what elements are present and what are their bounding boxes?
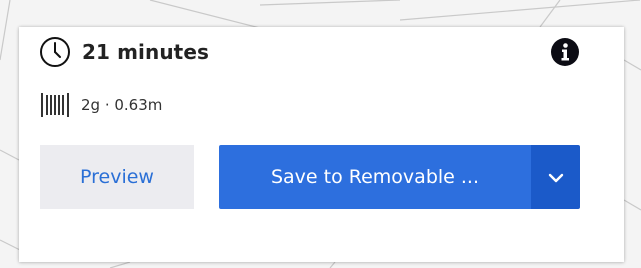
spool-icon — [40, 92, 70, 118]
chevron-down-icon — [548, 168, 564, 187]
clock-icon — [39, 36, 71, 68]
material-usage-row: 2g · 0.63m — [40, 92, 162, 118]
print-time-row: 21 minutes — [39, 36, 209, 68]
info-icon[interactable] — [550, 37, 580, 67]
save-to-removable-button[interactable]: Save to Removable ... — [219, 145, 531, 209]
preview-button[interactable]: Preview — [40, 145, 194, 209]
print-time-label: 21 minutes — [82, 40, 209, 64]
save-options-dropdown-button[interactable] — [531, 145, 580, 209]
material-usage-label: 2g · 0.63m — [81, 96, 163, 114]
